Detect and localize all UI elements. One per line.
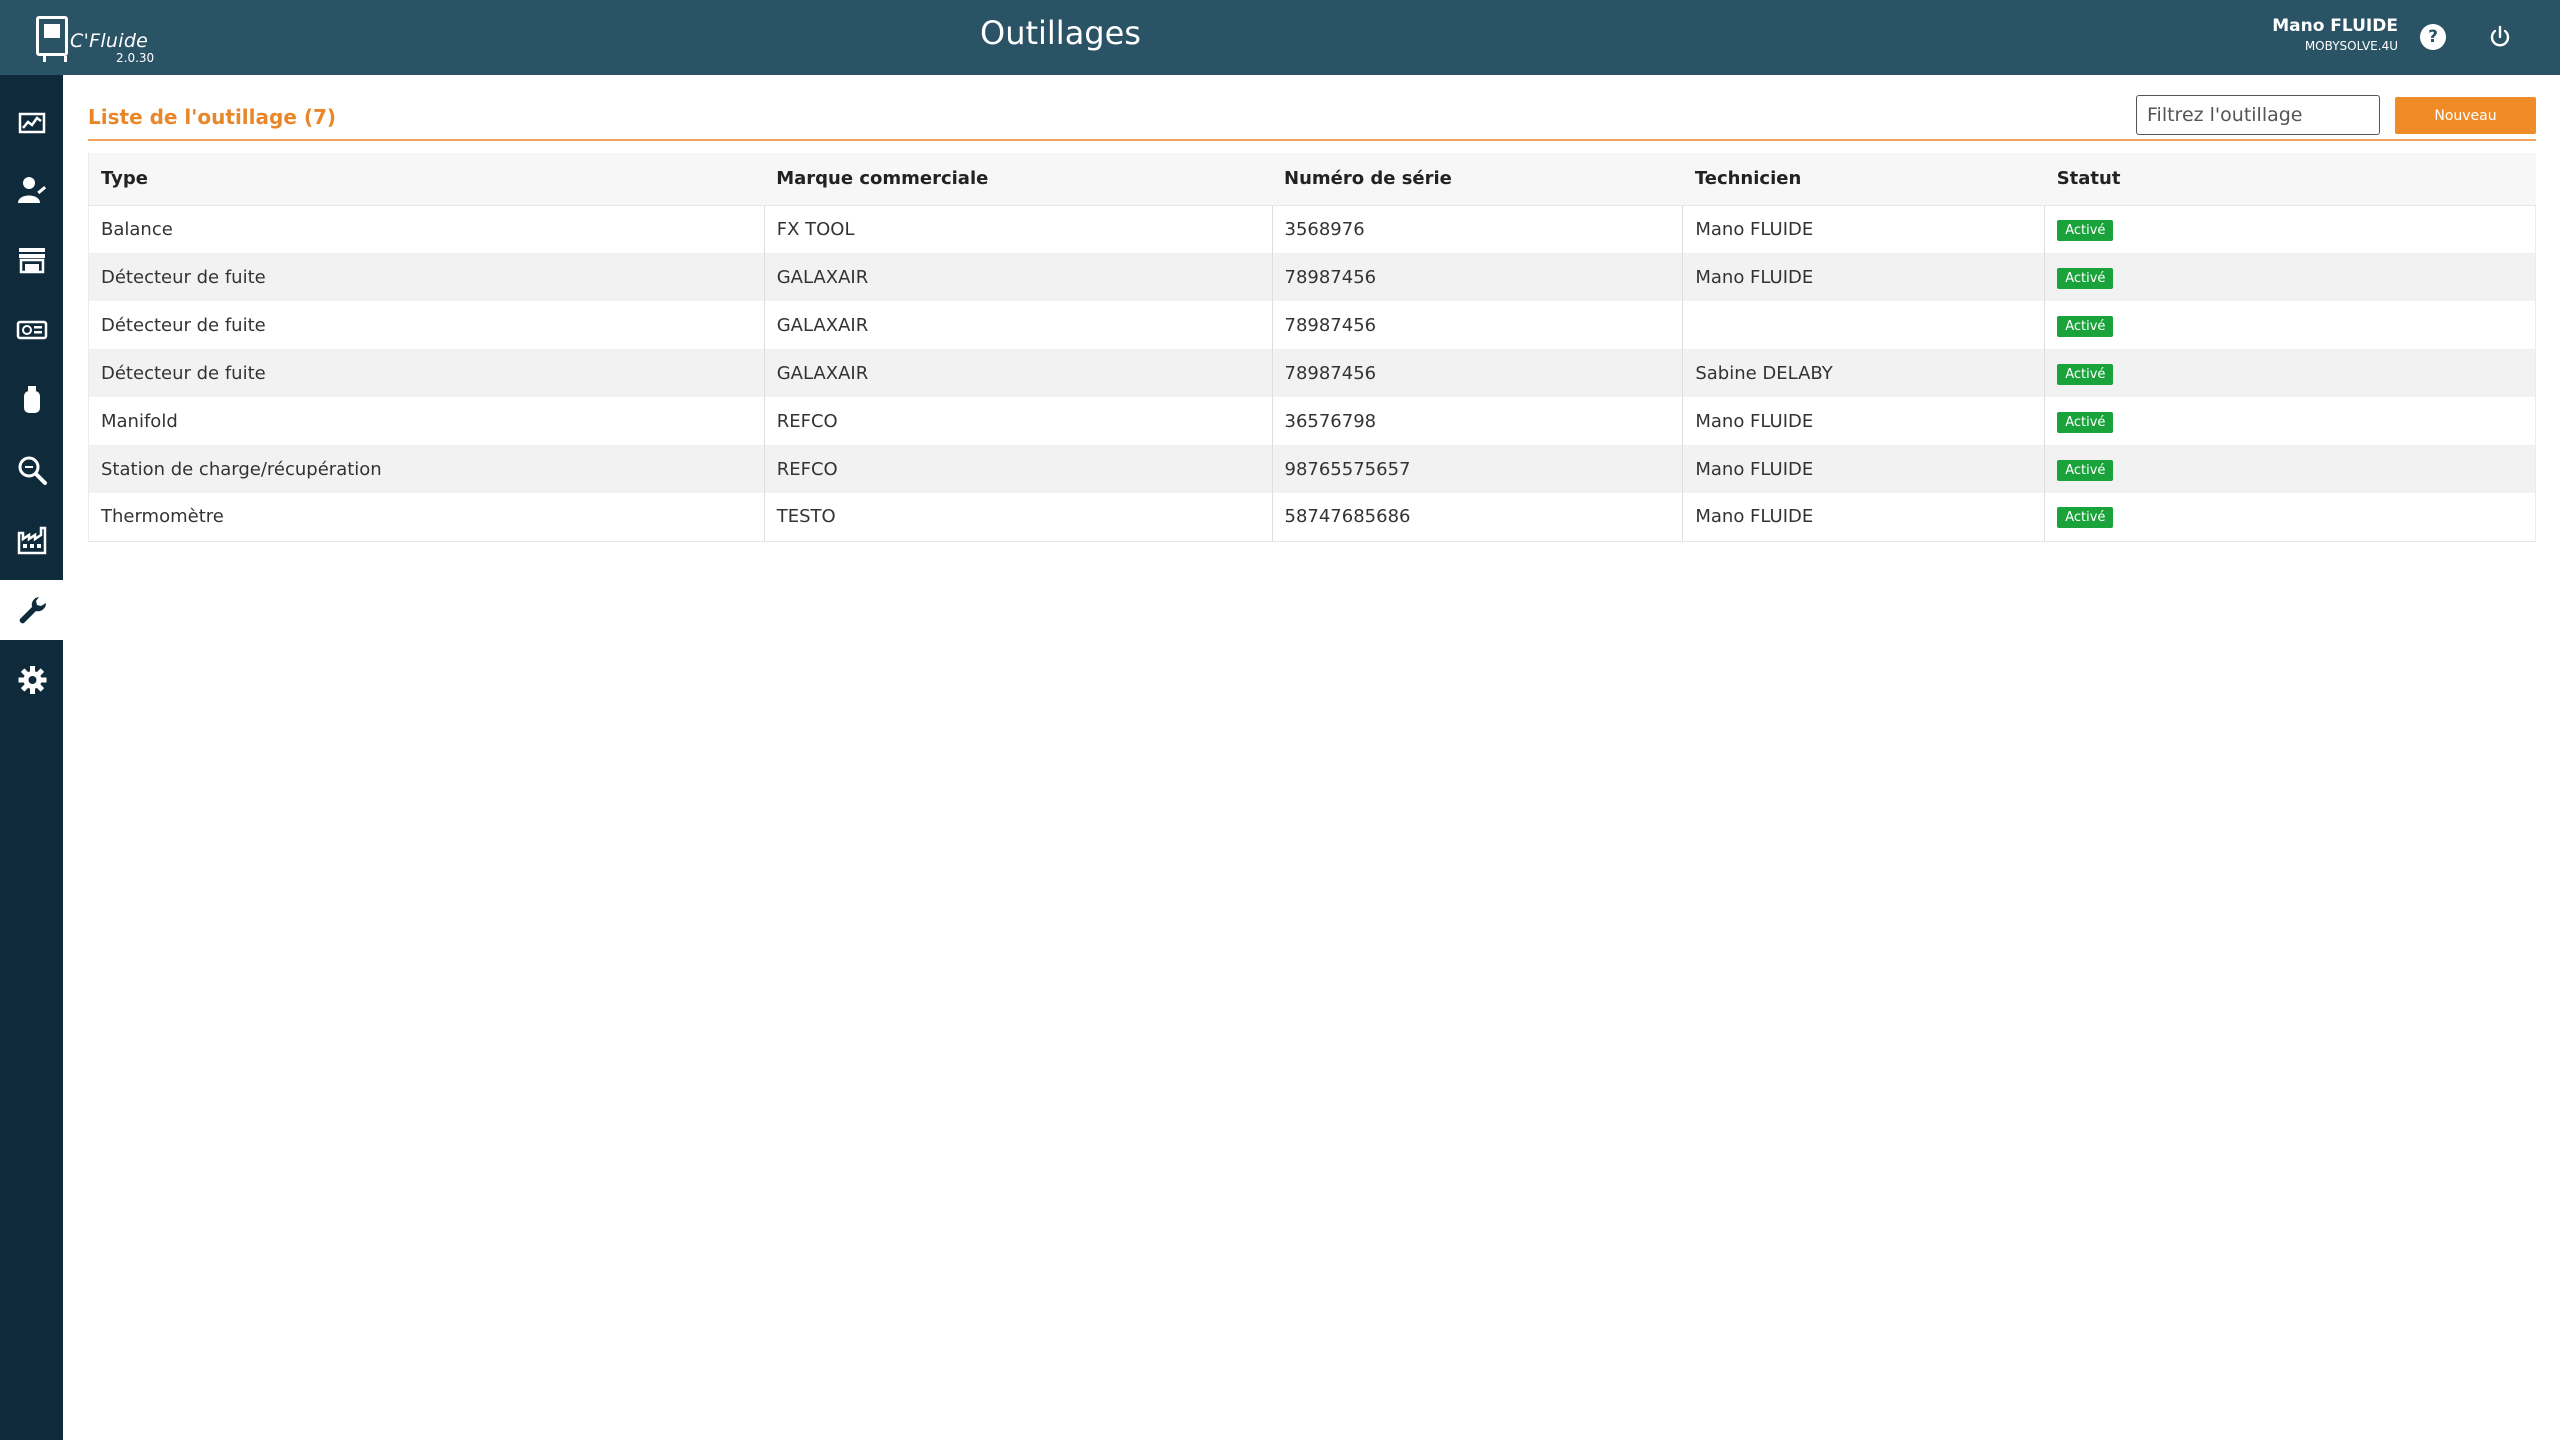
sidebar-item-dashboard[interactable] (0, 93, 63, 153)
status-badge: Activé (2057, 363, 2114, 385)
table-row[interactable]: Détecteur de fuite GALAXAIR 78987456 Man… (88, 253, 2536, 301)
cell-brand: TESTO (763, 493, 1272, 542)
cell-technician: Mano FLUIDE (1682, 445, 2045, 493)
cell-status: Activé (2044, 397, 2536, 445)
cell-type: Thermomètre (88, 493, 765, 542)
user-info: Mano FLUIDE MOBYSOLVE.4U (2272, 16, 2398, 53)
column-header-technician[interactable]: Technicien (1682, 153, 2045, 206)
cell-brand: REFCO (763, 445, 1272, 493)
column-header-type[interactable]: Type (88, 153, 765, 206)
cell-serial: 78987456 (1271, 253, 1683, 301)
cell-technician: Mano FLUIDE (1682, 205, 2045, 253)
table-header-row: Type Marque commerciale Numéro de série … (88, 153, 2536, 206)
equipment-icon (16, 320, 47, 340)
tools-table: Type Marque commerciale Numéro de série … (88, 153, 2536, 542)
status-badge: Activé (2057, 411, 2114, 433)
cell-brand: GALAXAIR (763, 301, 1272, 349)
power-icon[interactable] (2487, 24, 2513, 50)
table-row[interactable]: Thermomètre TESTO 58747685686 Mano FLUID… (88, 493, 2536, 542)
cell-technician (1682, 301, 2045, 349)
cell-status: Activé (2044, 445, 2536, 493)
column-header-serial[interactable]: Numéro de série (1272, 153, 1683, 206)
search-icon (18, 456, 47, 485)
sidebar (0, 75, 63, 1440)
list-title: Liste de l'outillage (7) (88, 105, 337, 129)
table-row[interactable]: Détecteur de fuite GALAXAIR 78987456 Act… (88, 301, 2536, 349)
status-badge: Activé (2057, 459, 2114, 481)
cell-status: Activé (2044, 301, 2536, 349)
cell-brand: GALAXAIR (763, 253, 1272, 301)
cell-technician: Mano FLUIDE (1682, 397, 2045, 445)
cell-serial: 3568976 (1271, 205, 1683, 253)
status-badge: Activé (2057, 267, 2114, 289)
user-organization: MOBYSOLVE.4U (2304, 39, 2398, 53)
status-badge: Activé (2057, 315, 2114, 337)
cell-technician: Mano FLUIDE (1682, 493, 2045, 542)
gas-bottle-icon (23, 386, 40, 413)
sidebar-item-sites[interactable] (0, 510, 63, 570)
cell-brand: GALAXAIR (763, 349, 1272, 397)
cell-serial: 78987456 (1271, 301, 1683, 349)
cell-serial: 36576798 (1271, 397, 1683, 445)
table-row[interactable]: Balance FX TOOL 3568976 Mano FLUIDE Acti… (88, 205, 2536, 253)
store-icon (18, 248, 45, 274)
sidebar-item-tools[interactable] (0, 580, 63, 640)
cell-serial: 58747685686 (1271, 493, 1683, 542)
top-bar: C'Fluide 2.0.30 Outillages Mano FLUIDE M… (0, 0, 2560, 75)
cell-status: Activé (2044, 205, 2536, 253)
cell-type: Détecteur de fuite (88, 301, 765, 349)
cell-status: Activé (2044, 349, 2536, 397)
cell-brand: REFCO (763, 397, 1272, 445)
sidebar-item-gas-bottles[interactable] (0, 370, 63, 430)
dashboard-chart-icon (18, 112, 45, 134)
cell-technician: Mano FLUIDE (1682, 253, 2045, 301)
logo-device-icon (36, 16, 68, 62)
cell-status: Activé (2044, 253, 2536, 301)
title-divider (88, 139, 2536, 141)
cell-status: Activé (2044, 493, 2536, 542)
table-row[interactable]: Manifold REFCO 36576798 Mano FLUIDE Acti… (88, 397, 2536, 445)
sidebar-item-technicians[interactable] (0, 160, 63, 220)
status-badge: Activé (2057, 219, 2114, 241)
app-name: C'Fluide (70, 30, 149, 52)
table-row[interactable]: Détecteur de fuite GALAXAIR 78987456 Sab… (88, 349, 2536, 397)
factory-icon (17, 526, 46, 555)
sidebar-item-stores[interactable] (0, 230, 63, 290)
cell-type: Détecteur de fuite (88, 349, 765, 397)
table-row[interactable]: Station de charge/récupération REFCO 987… (88, 445, 2536, 493)
technician-icon (17, 177, 46, 203)
sidebar-item-settings[interactable] (0, 650, 63, 710)
app-version: 2.0.30 (116, 51, 155, 65)
wrench-icon (19, 597, 46, 624)
column-header-status[interactable]: Statut (2044, 153, 2536, 206)
new-tool-button[interactable]: Nouveau (2395, 97, 2536, 134)
user-name: Mano FLUIDE (2272, 16, 2398, 36)
app-logo[interactable]: C'Fluide 2.0.30 (36, 14, 166, 68)
cell-type: Station de charge/récupération (88, 445, 765, 493)
cell-serial: 98765575657 (1271, 445, 1683, 493)
sidebar-item-search[interactable] (0, 440, 63, 500)
filter-input[interactable] (2136, 95, 2380, 135)
cell-technician: Sabine DELABY (1682, 349, 2045, 397)
cell-serial: 78987456 (1271, 349, 1683, 397)
cell-type: Détecteur de fuite (88, 253, 765, 301)
gear-icon (18, 666, 46, 694)
cell-type: Balance (88, 205, 765, 253)
page-title: Outillages (980, 14, 1141, 52)
cell-type: Manifold (88, 397, 765, 445)
sidebar-item-equipment[interactable] (0, 300, 63, 360)
help-icon[interactable]: ? (2420, 24, 2446, 50)
status-badge: Activé (2057, 507, 2114, 529)
column-header-brand[interactable]: Marque commerciale (764, 153, 1272, 206)
cell-brand: FX TOOL (763, 205, 1272, 253)
